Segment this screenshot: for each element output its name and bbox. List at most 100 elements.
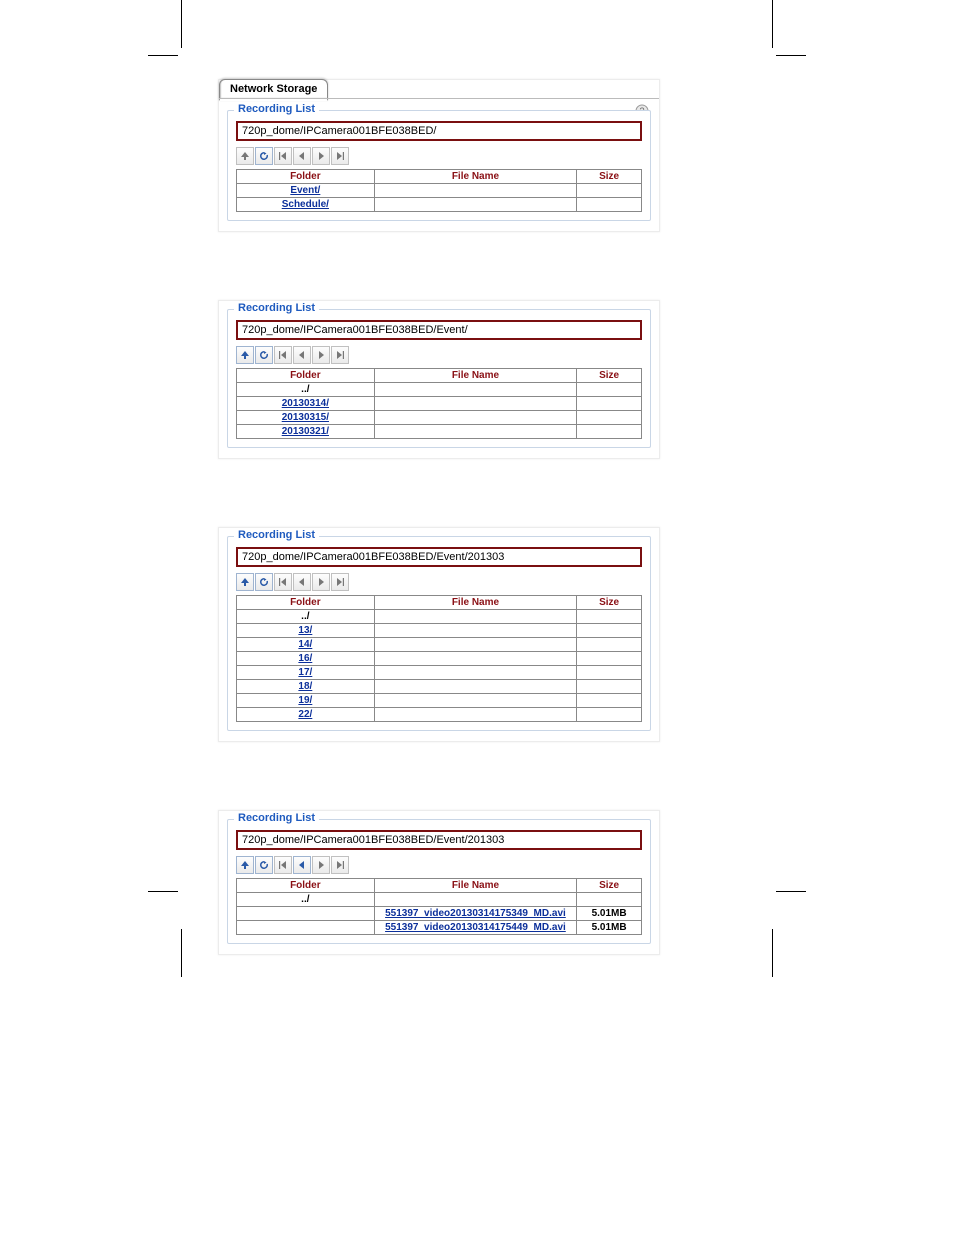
cell-folder[interactable]: 13/ [237,624,375,638]
first-button[interactable] [274,573,292,591]
cell-size [577,425,642,439]
cell-filename [374,397,577,411]
folder-link[interactable]: 17/ [298,667,312,678]
cell-size [577,198,642,212]
cell-folder[interactable]: 22/ [237,708,375,722]
refresh-button[interactable] [255,147,273,165]
first-button[interactable] [274,856,292,874]
recording-list-fieldset: Recording List 720p_dome/IPCamera001BFE0… [227,110,651,221]
first-button[interactable] [274,147,292,165]
last-button[interactable] [331,147,349,165]
col-filename: File Name [374,369,577,383]
file-table: Folder File Name Size Event/Schedule/ [236,169,642,212]
next-button[interactable] [312,346,330,364]
panel-files: Recording List 720p_dome/IPCamera001BFE0… [218,810,660,955]
prev-button[interactable] [293,856,311,874]
folder-link[interactable]: 16/ [298,653,312,664]
path-bar: 720p_dome/IPCamera001BFE038BED/Event/201… [236,830,642,850]
cell-folder[interactable]: Event/ [237,184,375,198]
next-button[interactable] [312,147,330,165]
legend: Recording List [234,529,319,541]
cell-folder[interactable]: 16/ [237,652,375,666]
cell-folder[interactable]: 20130314/ [237,397,375,411]
cropmark [148,891,178,892]
table-row: 22/ [237,708,642,722]
path-bar: 720p_dome/IPCamera001BFE038BED/Event/201… [236,547,642,567]
table-row: Schedule/ [237,198,642,212]
up-button[interactable] [236,856,254,874]
up-button[interactable] [236,573,254,591]
first-button[interactable] [274,346,292,364]
page-content: Network Storage ? Recording List 720p_do… [218,79,660,955]
refresh-button[interactable] [255,346,273,364]
parent-link[interactable]: ../ [301,894,309,905]
table-row: 18/ [237,680,642,694]
last-button[interactable] [331,346,349,364]
refresh-button[interactable] [255,856,273,874]
col-folder: Folder [237,369,375,383]
cell-filename [374,184,577,198]
folder-link[interactable]: 13/ [298,625,312,636]
table-row: ../ [237,610,642,624]
cell-size [577,184,642,198]
cell-filename[interactable]: 551397_video20130314175449_MD.avi [374,921,577,935]
cell-folder[interactable]: 20130315/ [237,411,375,425]
col-folder: Folder [237,596,375,610]
refresh-button[interactable] [255,573,273,591]
folder-link[interactable]: 14/ [298,639,312,650]
folder-link[interactable]: 19/ [298,695,312,706]
cell-size [577,383,642,397]
toolbar [236,147,642,165]
folder-link[interactable]: Event/ [290,185,320,196]
toolbar [236,856,642,874]
next-button[interactable] [312,573,330,591]
cell-folder[interactable]: Schedule/ [237,198,375,212]
cell-folder[interactable]: ../ [237,383,375,397]
up-button[interactable] [236,346,254,364]
last-button[interactable] [331,856,349,874]
folder-link[interactable]: 20130314/ [282,398,329,409]
cell-size [577,411,642,425]
table-row: 13/ [237,624,642,638]
table-row: 19/ [237,694,642,708]
folder-link[interactable]: 18/ [298,681,312,692]
cell-size [577,708,642,722]
panel-event: Recording List 720p_dome/IPCamera001BFE0… [218,300,660,459]
parent-link[interactable]: ../ [301,384,309,395]
prev-button[interactable] [293,346,311,364]
toolbar [236,573,642,591]
cell-folder[interactable]: 19/ [237,694,375,708]
cell-filename [374,652,577,666]
folder-link[interactable]: 22/ [298,709,312,720]
table-row: ../ [237,893,642,907]
up-button[interactable] [236,147,254,165]
cell-folder[interactable]: ../ [237,610,375,624]
cropmark [776,55,806,56]
cell-folder[interactable]: 20130321/ [237,425,375,439]
file-table: Folder File Name Size ../551397_video201… [236,878,642,935]
folder-link[interactable]: Schedule/ [282,199,329,210]
cell-folder[interactable]: 18/ [237,680,375,694]
cell-filename [374,411,577,425]
col-size: Size [577,596,642,610]
folder-link[interactable]: 20130315/ [282,412,329,423]
last-button[interactable] [331,573,349,591]
file-link[interactable]: 551397_video20130314175349_MD.avi [385,908,566,919]
table-row: 20130321/ [237,425,642,439]
cell-folder[interactable]: 17/ [237,666,375,680]
file-link[interactable]: 551397_video20130314175449_MD.avi [385,922,566,933]
prev-button[interactable] [293,147,311,165]
cell-folder[interactable]: ../ [237,893,375,907]
table-row: 14/ [237,638,642,652]
cell-folder[interactable]: 14/ [237,638,375,652]
recording-list-fieldset: Recording List 720p_dome/IPCamera001BFE0… [227,536,651,731]
parent-link[interactable]: ../ [301,611,309,622]
next-button[interactable] [312,856,330,874]
folder-link[interactable]: 20130321/ [282,426,329,437]
cell-filename [374,666,577,680]
cell-filename[interactable]: 551397_video20130314175349_MD.avi [374,907,577,921]
tab-underline [219,98,659,99]
col-folder: Folder [237,879,375,893]
cell-filename [374,624,577,638]
prev-button[interactable] [293,573,311,591]
